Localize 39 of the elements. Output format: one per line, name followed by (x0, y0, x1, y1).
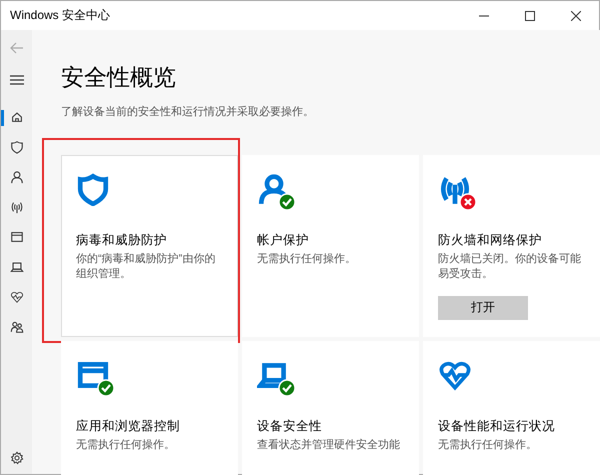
card-title: 设备安全性 (257, 418, 323, 435)
heart-pulse-icon (10, 290, 24, 304)
card-description: 无需执行任何操作。 (76, 438, 176, 453)
check-badge-icon (278, 193, 296, 211)
check-badge-icon (278, 379, 296, 397)
security-card[interactable]: 设备性能和运行状况 无需执行任何操作。 (423, 341, 600, 475)
laptop-icon (10, 260, 24, 274)
card-description: 无需执行任何操作。 (257, 252, 357, 267)
page-subtitle: 了解设备当前的安全性和运行情况并采取必要操作。 (61, 104, 315, 119)
person-icon (10, 170, 24, 184)
card-description: 你的“病毒和威胁防护”由你的组织管理。 (76, 252, 216, 282)
window-title: Windows 安全中心 (9, 7, 112, 24)
card-title: 防火墙和网络保护 (438, 232, 543, 249)
security-card[interactable]: 帐户保护 无需执行任何操作。 (242, 155, 419, 337)
turn-on-button[interactable]: 打开 (438, 296, 528, 320)
card-description: 无需执行任何操作。 (438, 438, 538, 453)
family-icon (10, 320, 24, 334)
close-icon (571, 10, 581, 20)
security-card[interactable]: 防火墙和网络保护 防火墙已关闭。你的设备可能易受攻击。 打开 (423, 155, 600, 337)
settings-icon (10, 451, 24, 465)
antenna-icon (10, 200, 24, 214)
error-badge-icon (459, 193, 477, 211)
security-card[interactable]: 设备安全性 查看状态并管理硬件安全功能 (242, 341, 419, 475)
card-title: 病毒和威胁防护 (76, 232, 168, 249)
home-icon (10, 110, 24, 124)
card-description: 查看状态并管理硬件安全功能 (257, 438, 401, 453)
maximize-icon (525, 10, 535, 20)
card-title: 应用和浏览器控制 (76, 418, 181, 435)
security-card[interactable]: 应用和浏览器控制 无需执行任何操作。 (61, 341, 238, 475)
check-badge-icon (97, 379, 115, 397)
card-title: 设备性能和运行状况 (438, 418, 556, 435)
page-heading: 安全性概览 (61, 63, 177, 92)
security-card[interactable]: 病毒和威胁防护 你的“病毒和威胁防护”由你的组织管理。 (61, 155, 238, 337)
card-title: 帐户保护 (257, 232, 310, 249)
shield-icon (10, 140, 24, 154)
card-description: 防火墙已关闭。你的设备可能易受攻击。 (438, 252, 582, 282)
menu-icon (10, 75, 24, 85)
browser-window-icon (10, 230, 24, 244)
back-arrow-icon (10, 42, 24, 54)
